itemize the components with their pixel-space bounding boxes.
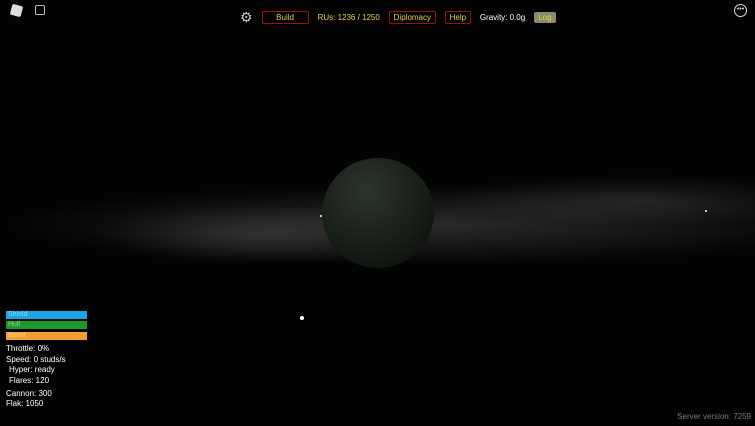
boost-bar: Boost <box>6 332 87 340</box>
hyper-stat: Hyper: ready <box>9 365 55 374</box>
top-bar: ⚙ Build RUs: 1236 / 1250 Diplomacy Help … <box>240 9 556 26</box>
star <box>705 210 707 212</box>
flares-stat: Flares: 120 <box>9 376 50 385</box>
speed-stat: Speed: 0 studs/s <box>6 355 66 364</box>
more-options-icon[interactable]: ••• <box>734 4 747 17</box>
diplomacy-button[interactable]: Diplomacy <box>388 11 436 24</box>
planet <box>322 158 434 268</box>
build-button[interactable]: Build <box>261 11 309 24</box>
chat-icon[interactable] <box>35 5 45 15</box>
shield-bar: Shield <box>6 311 87 319</box>
settings-gear-icon[interactable]: ⚙ <box>240 9 253 26</box>
resource-units: RUs: 1236 / 1250 <box>317 13 380 22</box>
help-button[interactable]: Help <box>444 11 471 24</box>
throttle-stat: Throttle: 0% <box>6 344 50 353</box>
server-version: Server version: 7259 <box>677 412 751 421</box>
hull-bar: Hull <box>6 321 87 329</box>
cannon-stat: Cannon: 300 <box>6 389 52 398</box>
log-button[interactable]: Log <box>534 12 556 23</box>
star <box>300 316 304 320</box>
gravity-readout: Gravity: 0.0g <box>479 13 526 22</box>
flak-stat: Flak: 1050 <box>6 399 44 408</box>
